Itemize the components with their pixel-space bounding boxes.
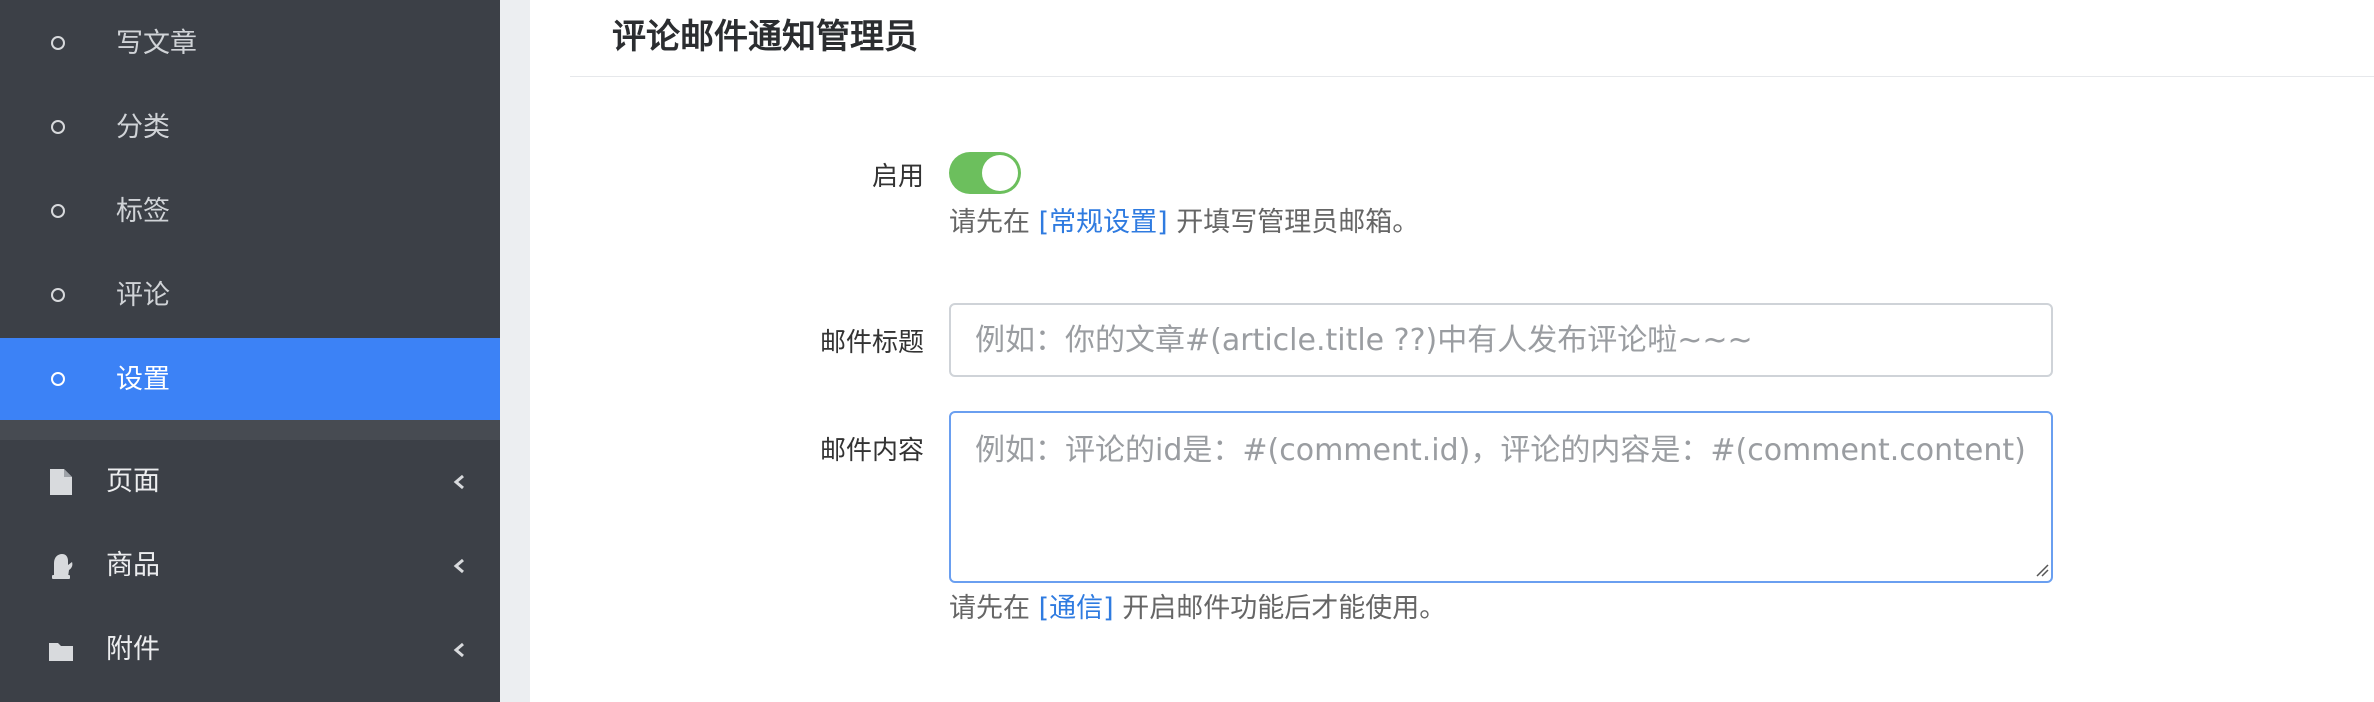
- content-gutter: [500, 0, 530, 702]
- circle-icon: [51, 120, 65, 134]
- sidebar-item-pages[interactable]: 页面: [0, 440, 500, 524]
- sidebar-item-tags[interactable]: 标签: [0, 170, 500, 254]
- sidebar-item-label: 页面: [106, 466, 160, 497]
- sidebar-item-label: 商品: [106, 550, 160, 581]
- sidebar-item-category[interactable]: 分类: [0, 86, 500, 170]
- help-suffix: 开启邮件功能后才能使用。: [1122, 593, 1447, 624]
- folder-icon: [49, 643, 73, 661]
- mitten-icon: [52, 554, 73, 579]
- enable-label: 启用: [871, 162, 924, 192]
- enable-help-text: 请先在 [常规设置] 开填写管理员邮箱。: [949, 200, 1419, 239]
- sidebar-item-settings[interactable]: 设置: [0, 338, 500, 422]
- submenu-bottom-edge: [0, 420, 500, 440]
- help-prefix: 请先在: [949, 207, 1030, 238]
- sidebar-item-label: 写文章: [116, 28, 197, 59]
- sidebar-item-comments[interactable]: 评论: [0, 254, 500, 338]
- toggle-knob: [982, 155, 1018, 191]
- resize-grip-icon[interactable]: [2035, 563, 2049, 577]
- settings-card: 评论邮件通知管理员 启用 请先在 [常规设置] 开填写管理员邮箱。 邮件标题 邮…: [530, 0, 2374, 702]
- sidebar-item-label: 分类: [116, 112, 170, 143]
- sidebar-item-write-article[interactable]: 写文章: [0, 2, 500, 86]
- sidebar: 写文章 分类 标签 评论 设置 页面 商品 附件: [0, 0, 500, 702]
- email-content-textarea[interactable]: [949, 411, 2053, 583]
- chevron-left-icon: [453, 474, 464, 490]
- enable-toggle[interactable]: [949, 152, 1021, 194]
- content-label: 邮件内容: [819, 436, 924, 466]
- communication-link[interactable]: [通信]: [1039, 593, 1114, 624]
- content-help-text: 请先在 [通信] 开启邮件功能后才能使用。: [949, 586, 1446, 625]
- subject-label: 邮件标题: [819, 328, 924, 358]
- card-title: 评论邮件通知管理员: [612, 17, 918, 57]
- sidebar-item-attachments[interactable]: 附件: [0, 608, 500, 692]
- email-subject-input[interactable]: [949, 303, 2053, 377]
- divider: [570, 76, 2374, 77]
- circle-icon: [51, 36, 65, 50]
- circle-icon: [51, 372, 65, 386]
- sidebar-item-label: 附件: [106, 634, 160, 665]
- chevron-left-icon: [453, 558, 464, 574]
- sidebar-submenu: 写文章 分类 标签 评论 设置: [0, 0, 500, 440]
- help-suffix: 开填写管理员邮箱。: [1176, 207, 1420, 238]
- sidebar-item-label: 标签: [116, 196, 170, 227]
- sidebar-item-products[interactable]: 商品: [0, 524, 500, 608]
- file-icon: [50, 469, 72, 495]
- circle-icon: [51, 204, 65, 218]
- sidebar-item-label: 设置: [116, 364, 170, 395]
- help-prefix: 请先在: [949, 593, 1030, 624]
- circle-icon: [51, 288, 65, 302]
- sidebar-item-label: 评论: [116, 280, 170, 311]
- general-settings-link[interactable]: [常规设置]: [1039, 207, 1168, 238]
- chevron-left-icon: [453, 642, 464, 658]
